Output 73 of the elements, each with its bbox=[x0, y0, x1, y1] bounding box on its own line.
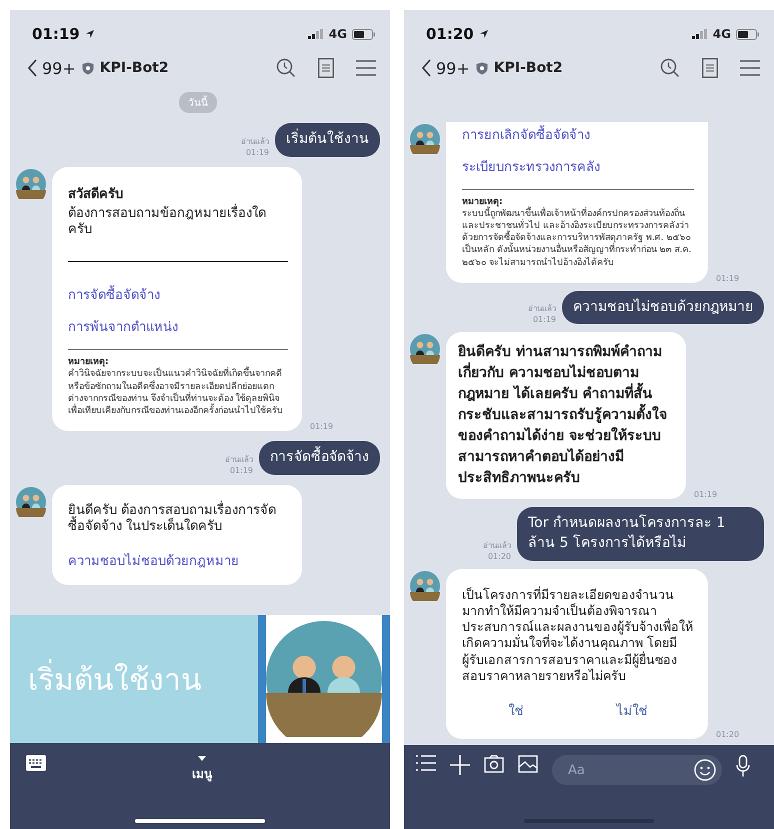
search-icon[interactable] bbox=[276, 58, 296, 78]
topic-link[interactable]: ความชอบไม่ชอบด้วยกฎหมาย bbox=[68, 550, 288, 572]
date-chip: วันนี้ bbox=[179, 92, 217, 113]
bot-avatar-icon bbox=[16, 486, 46, 517]
message-time: 01:19 bbox=[230, 466, 253, 475]
network-label: 4G bbox=[712, 27, 731, 41]
search-icon[interactable] bbox=[660, 58, 680, 78]
signal-icon bbox=[308, 29, 324, 39]
chevron-icon bbox=[28, 59, 38, 77]
reply-button[interactable]: ไม่ใช่ bbox=[606, 696, 658, 725]
note-title: หมายเหตุ: bbox=[68, 356, 109, 368]
reply-button[interactable]: ใช่ bbox=[498, 696, 534, 725]
bot-avatar-icon bbox=[16, 168, 46, 199]
shield-icon bbox=[476, 62, 488, 74]
location-arrow-icon bbox=[84, 29, 95, 39]
topic-link[interactable]: การยกเลิกจัดซื้อจัดจ้าง bbox=[462, 124, 694, 146]
message-time: 01:19 bbox=[716, 274, 740, 283]
message-input[interactable]: Aa bbox=[566, 762, 694, 778]
sent-message: การจัดซื้อจัดจ้าง bbox=[259, 440, 380, 475]
back-button[interactable]: 99+ bbox=[422, 58, 470, 78]
signal-icon bbox=[692, 29, 708, 39]
note-text: คำวินิจฉัยจากระบบจะเป็นแนวคำวินิจฉัยที่เกิดขึ้นจากคดีหรือข้อซักถามในอดีตซึ่งอาจมีรายละเอียดปลีกย่อยแตกต่างจากกรณีของท่าน จึงจำเป็นที่ท่านจะต้อง ใช้ดุลยพินิจเพื่อเทียบเคียงกับกรณีของท่านเองอีกครั้งก่อนนำไปใช้ครับ bbox=[68, 368, 288, 417]
read-receipt: อ่านแล้ว bbox=[225, 454, 253, 466]
message-time: 01:19 bbox=[310, 422, 334, 431]
caret-icon bbox=[198, 756, 206, 761]
message-time: 01:19 bbox=[694, 490, 718, 500]
keyboard-icon[interactable] bbox=[26, 755, 46, 771]
menu-icon[interactable] bbox=[356, 60, 376, 76]
battery-icon bbox=[736, 28, 760, 40]
bot-avatar-icon bbox=[410, 334, 440, 364]
message-time: 01:20 bbox=[716, 730, 740, 739]
sent-message: Tor กำหนดผลงานโครงการละ 1 ล้าน 5 โครงการได้หรือไม่ bbox=[517, 507, 764, 560]
characters-picture[interactable] bbox=[266, 615, 390, 743]
read-receipt: อ่านแล้ว bbox=[483, 540, 511, 552]
note-text: ระบบนี้ถูกพัฒนาขึ้นเพื่อเจ้าหน้าที่องค์กรปกครองส่วนท้องถิ่นและประชาชนทั่วไป และอ้างอิงระเบียบกระทรวงการคลังว่าด้วยการจัดซื้อจัดจ้างและการบริหารพัสดุภาครัฐ พ.ศ. ๒๕๖๐ เป็นหลัก ดังนั้นหน่วยงานอื่นหรือสัญญาที่กระทำก่อน ๒๓ ส.ค. ๒๕๖๐ จะไม่สามารถนำไปอ้างอิงได้ครับ bbox=[462, 208, 694, 269]
message-text: ยินดีครับ ต้องการสอบถามเรื่องการจัดซื้อจัดจ้าง ในประเด็นใดครับ bbox=[68, 502, 278, 536]
notes-icon[interactable] bbox=[318, 58, 334, 78]
network-label: 4G bbox=[328, 27, 347, 41]
topic-link[interactable]: การพ้นจากตำแหน่ง bbox=[68, 316, 288, 338]
bot-avatar-icon bbox=[410, 124, 440, 154]
image-icon[interactable] bbox=[518, 755, 538, 773]
topic-link[interactable]: ระเบียบกระทรวงการคลัง bbox=[462, 156, 694, 178]
status-time: 01:19 bbox=[32, 25, 80, 43]
message-text: ยินดีครับ ท่านสามารถพิมพ์คำถามเกี่ยวกับ ความชอบไม่ชอบตามกฎหมาย ได้เลยครับ คำถามที่สั้นกระชับและสามารถรับรู้ความตั้งใจของคำถามได้ง่าย จะช่วยให้ระบบสามารถหาคำตอบได้อย่างมีประสิทธิภาพนะครับ bbox=[458, 342, 668, 488]
message-time: 01:19 bbox=[532, 315, 556, 324]
camera-icon[interactable] bbox=[484, 755, 504, 773]
chat-title: KPI-Bot2 bbox=[100, 60, 169, 76]
microphone-icon[interactable] bbox=[736, 755, 750, 777]
list-icon[interactable] bbox=[416, 755, 436, 771]
message-text: ต้องการสอบถามข้อกฎหมายเรื่องใด ครับ bbox=[68, 206, 267, 240]
message-time: 01:19 bbox=[246, 148, 269, 157]
chevron-icon bbox=[422, 59, 432, 77]
location-arrow-icon bbox=[478, 29, 489, 39]
note-title: หมายเหตุ: bbox=[462, 196, 503, 208]
bot-avatar-icon bbox=[410, 570, 440, 600]
battery-icon bbox=[352, 28, 376, 40]
shield-icon bbox=[82, 62, 94, 74]
message-field[interactable]: Aa bbox=[552, 755, 722, 785]
read-receipt: อ่านแล้ว bbox=[528, 303, 556, 316]
sent-message: ความชอบไม่ชอบด้วยกฎหมาย bbox=[562, 290, 764, 324]
greeting-text: สวัสดีครับ bbox=[68, 186, 124, 204]
topic-link[interactable]: การจัดซื้อจัดจ้าง bbox=[68, 284, 288, 306]
message-text: เป็นโครงการที่มีรายละเอียดของจำนวนมากทำให้มีความจำเป็นต้องพิจารณาประสบการณ์และผลงานของผู้รับจ้างเพื่อให้เกิดความมั่นใจที่จะได้งานคุณภาพ โดยมีผู้รับเอกสารการสอบราคาและมีผู้ยื่นซองสอบราคาหลายรายหรือไม่ครับ bbox=[462, 586, 694, 684]
message-time: 01:20 bbox=[488, 552, 511, 560]
status-time: 01:20 bbox=[426, 25, 474, 43]
chat-title: KPI-Bot2 bbox=[494, 60, 563, 76]
sent-message: เริ่มต้นใช้งาน bbox=[275, 123, 380, 157]
read-receipt: อ่านแล้ว bbox=[241, 136, 269, 148]
emoji-icon[interactable] bbox=[694, 759, 716, 781]
menu-icon[interactable] bbox=[740, 60, 760, 76]
plus-icon[interactable] bbox=[450, 755, 470, 775]
notes-icon[interactable] bbox=[702, 58, 718, 78]
back-button[interactable]: 99+ bbox=[28, 58, 76, 78]
